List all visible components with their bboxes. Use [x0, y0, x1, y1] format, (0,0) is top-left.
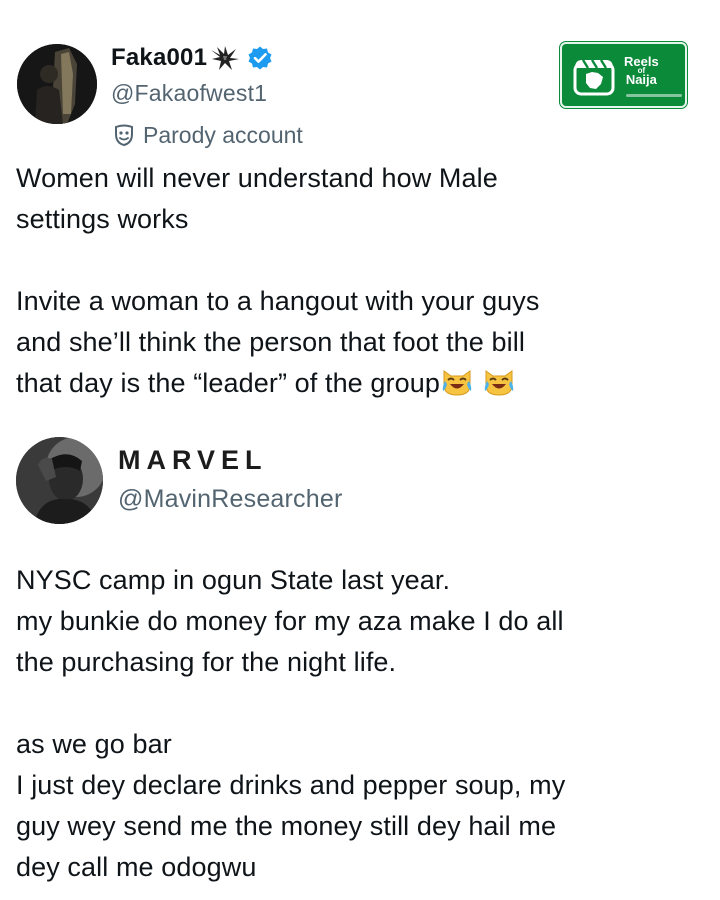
tweet-line: that day is the “leader” of the group: [16, 368, 440, 398]
tweet-line: Invite a woman to a hangout with your gu…: [16, 286, 540, 316]
tweet-line: settings works: [16, 204, 189, 234]
tweet-line: Women will never understand how Male: [16, 163, 498, 193]
watermark-line-naija: Naija: [625, 72, 657, 87]
eagle-icon: [209, 44, 241, 72]
tweet-line: my bunkie do money for my aza make I do …: [16, 606, 564, 636]
reels-of-naija-watermark: Reels of Naija: [560, 42, 687, 108]
tweet-line: as we go bar: [16, 729, 172, 759]
avatar-photo: [16, 437, 103, 524]
tweet-line: dey call me odogwu: [16, 852, 257, 882]
avatar[interactable]: [16, 437, 103, 524]
name-row: Faka001: [111, 40, 303, 76]
display-name[interactable]: MARVEL: [118, 445, 343, 483]
tweet-line: the purchasing for the night life.: [16, 647, 397, 677]
tweet-author: Faka001 @Fakaofwest1 Parody account: [111, 40, 303, 150]
watermark-text: Reels of Naija: [624, 55, 659, 87]
screenshot-page: Faka001 @Fakaofwest1 Parody account Reel…: [0, 0, 720, 900]
tweet-line: NYSC camp in ogun State last year.: [16, 565, 451, 595]
tweet-author: MARVEL @MavinResearcher: [118, 445, 343, 514]
clapperboard-map-logo-icon: [573, 59, 615, 96]
handle[interactable]: @MavinResearcher: [118, 485, 343, 514]
display-name[interactable]: Faka001: [111, 44, 207, 72]
watermark-tagline: [626, 94, 682, 97]
handle[interactable]: @Fakaofwest1: [111, 80, 303, 110]
crying-laughing-cat-emoji: [442, 370, 472, 396]
tweet-line: I just dey declare drinks and pepper sou…: [16, 770, 566, 800]
tweet-line: guy wey send me the money still dey hail…: [16, 811, 557, 841]
tweet-body: NYSC camp in ogun State last year. my bu…: [16, 560, 656, 888]
crying-laughing-cat-emoji: [484, 370, 513, 396]
avatar-photo: [17, 44, 97, 124]
parody-mask-icon: [115, 124, 133, 146]
tweet-body: Women will never understand how Male set…: [16, 158, 656, 404]
tweet-line: and she’ll think the person that foot th…: [16, 327, 525, 357]
avatar[interactable]: [17, 44, 97, 124]
parody-label-row: Parody account: [111, 120, 303, 150]
parody-label: Parody account: [143, 121, 303, 148]
verified-icon[interactable]: [247, 45, 273, 71]
